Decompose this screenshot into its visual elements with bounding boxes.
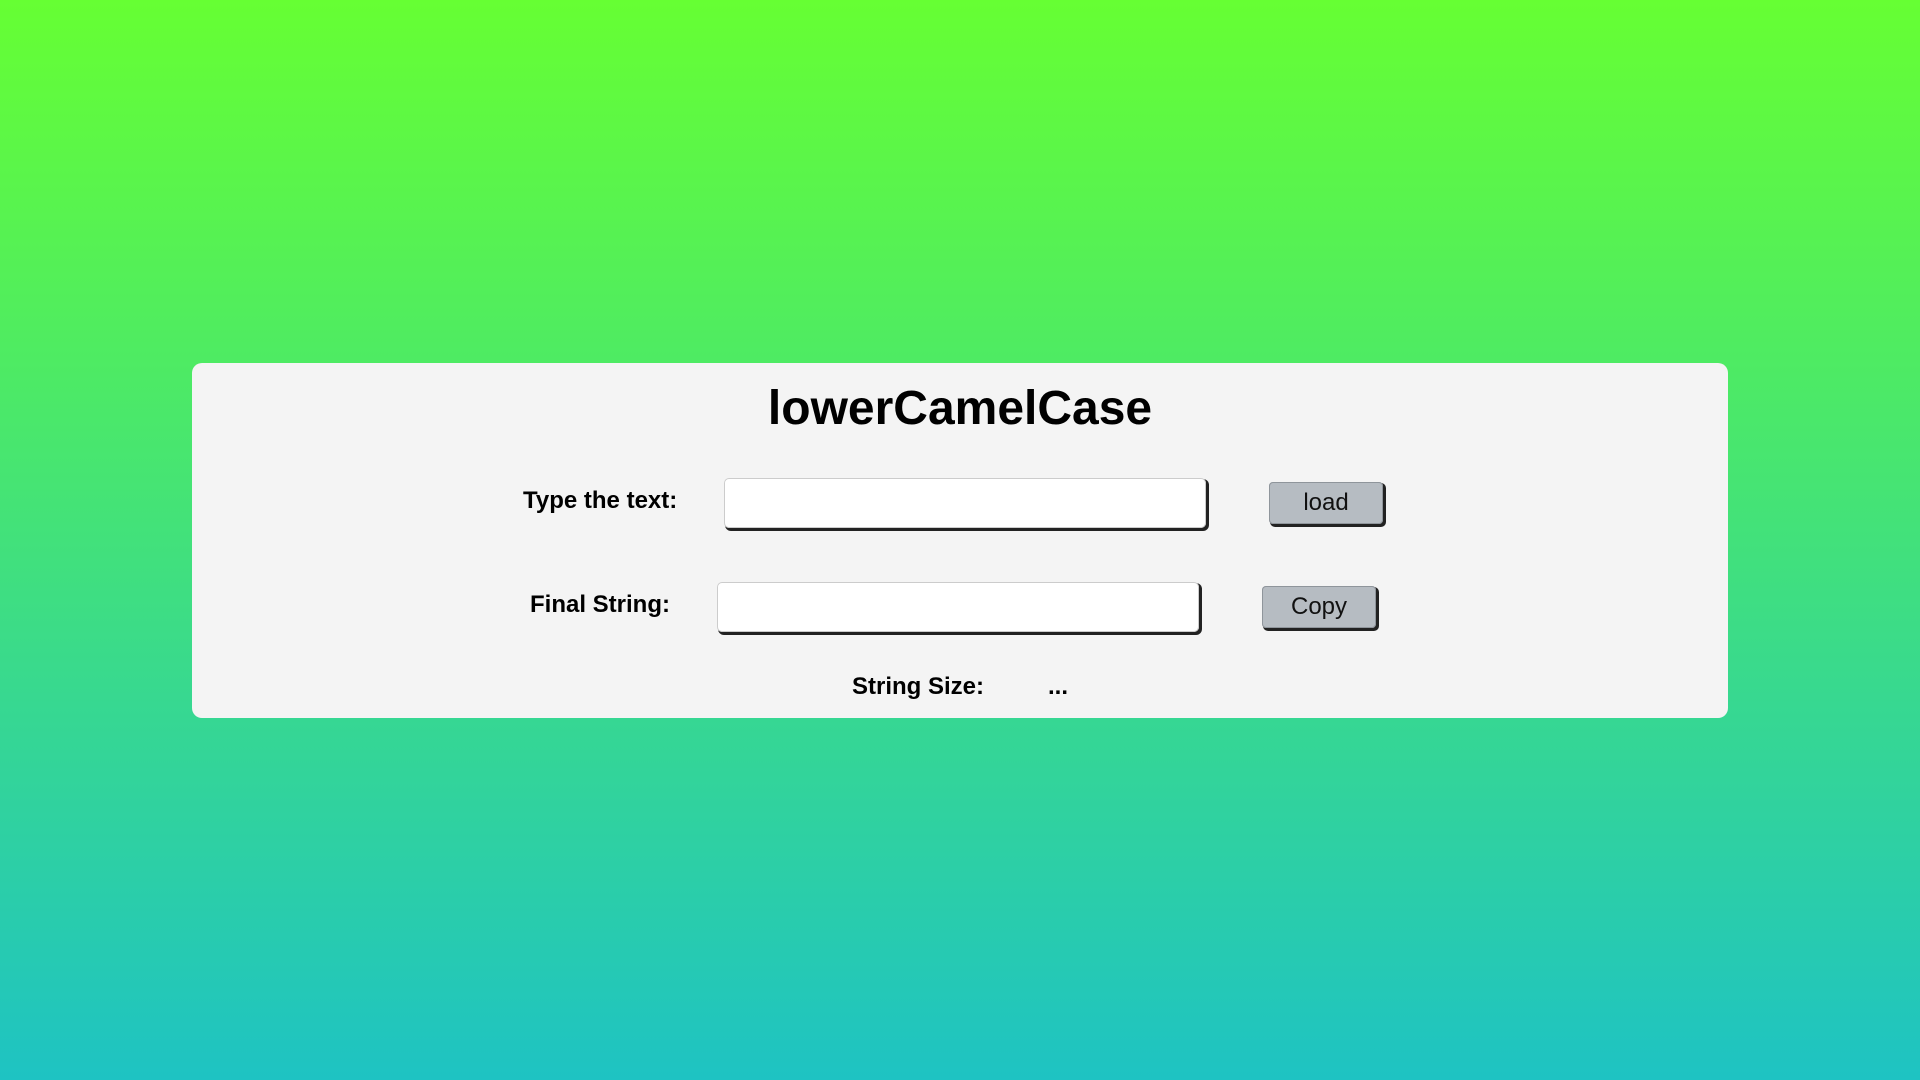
load-button[interactable]: load	[1269, 482, 1383, 524]
page-title: lowerCamelCase	[767, 382, 1153, 435]
final-string-output[interactable]	[717, 582, 1199, 632]
text-input[interactable]	[724, 478, 1206, 528]
copy-button[interactable]: Copy	[1262, 586, 1376, 628]
string-size-value: ...	[1048, 673, 1069, 700]
type-text-label: Type the text:	[523, 487, 678, 514]
final-string-label: Final String:	[530, 591, 670, 618]
converter-card: lowerCamelCase Type the text: load Final…	[192, 363, 1728, 718]
string-size-label: String Size:	[852, 673, 985, 700]
